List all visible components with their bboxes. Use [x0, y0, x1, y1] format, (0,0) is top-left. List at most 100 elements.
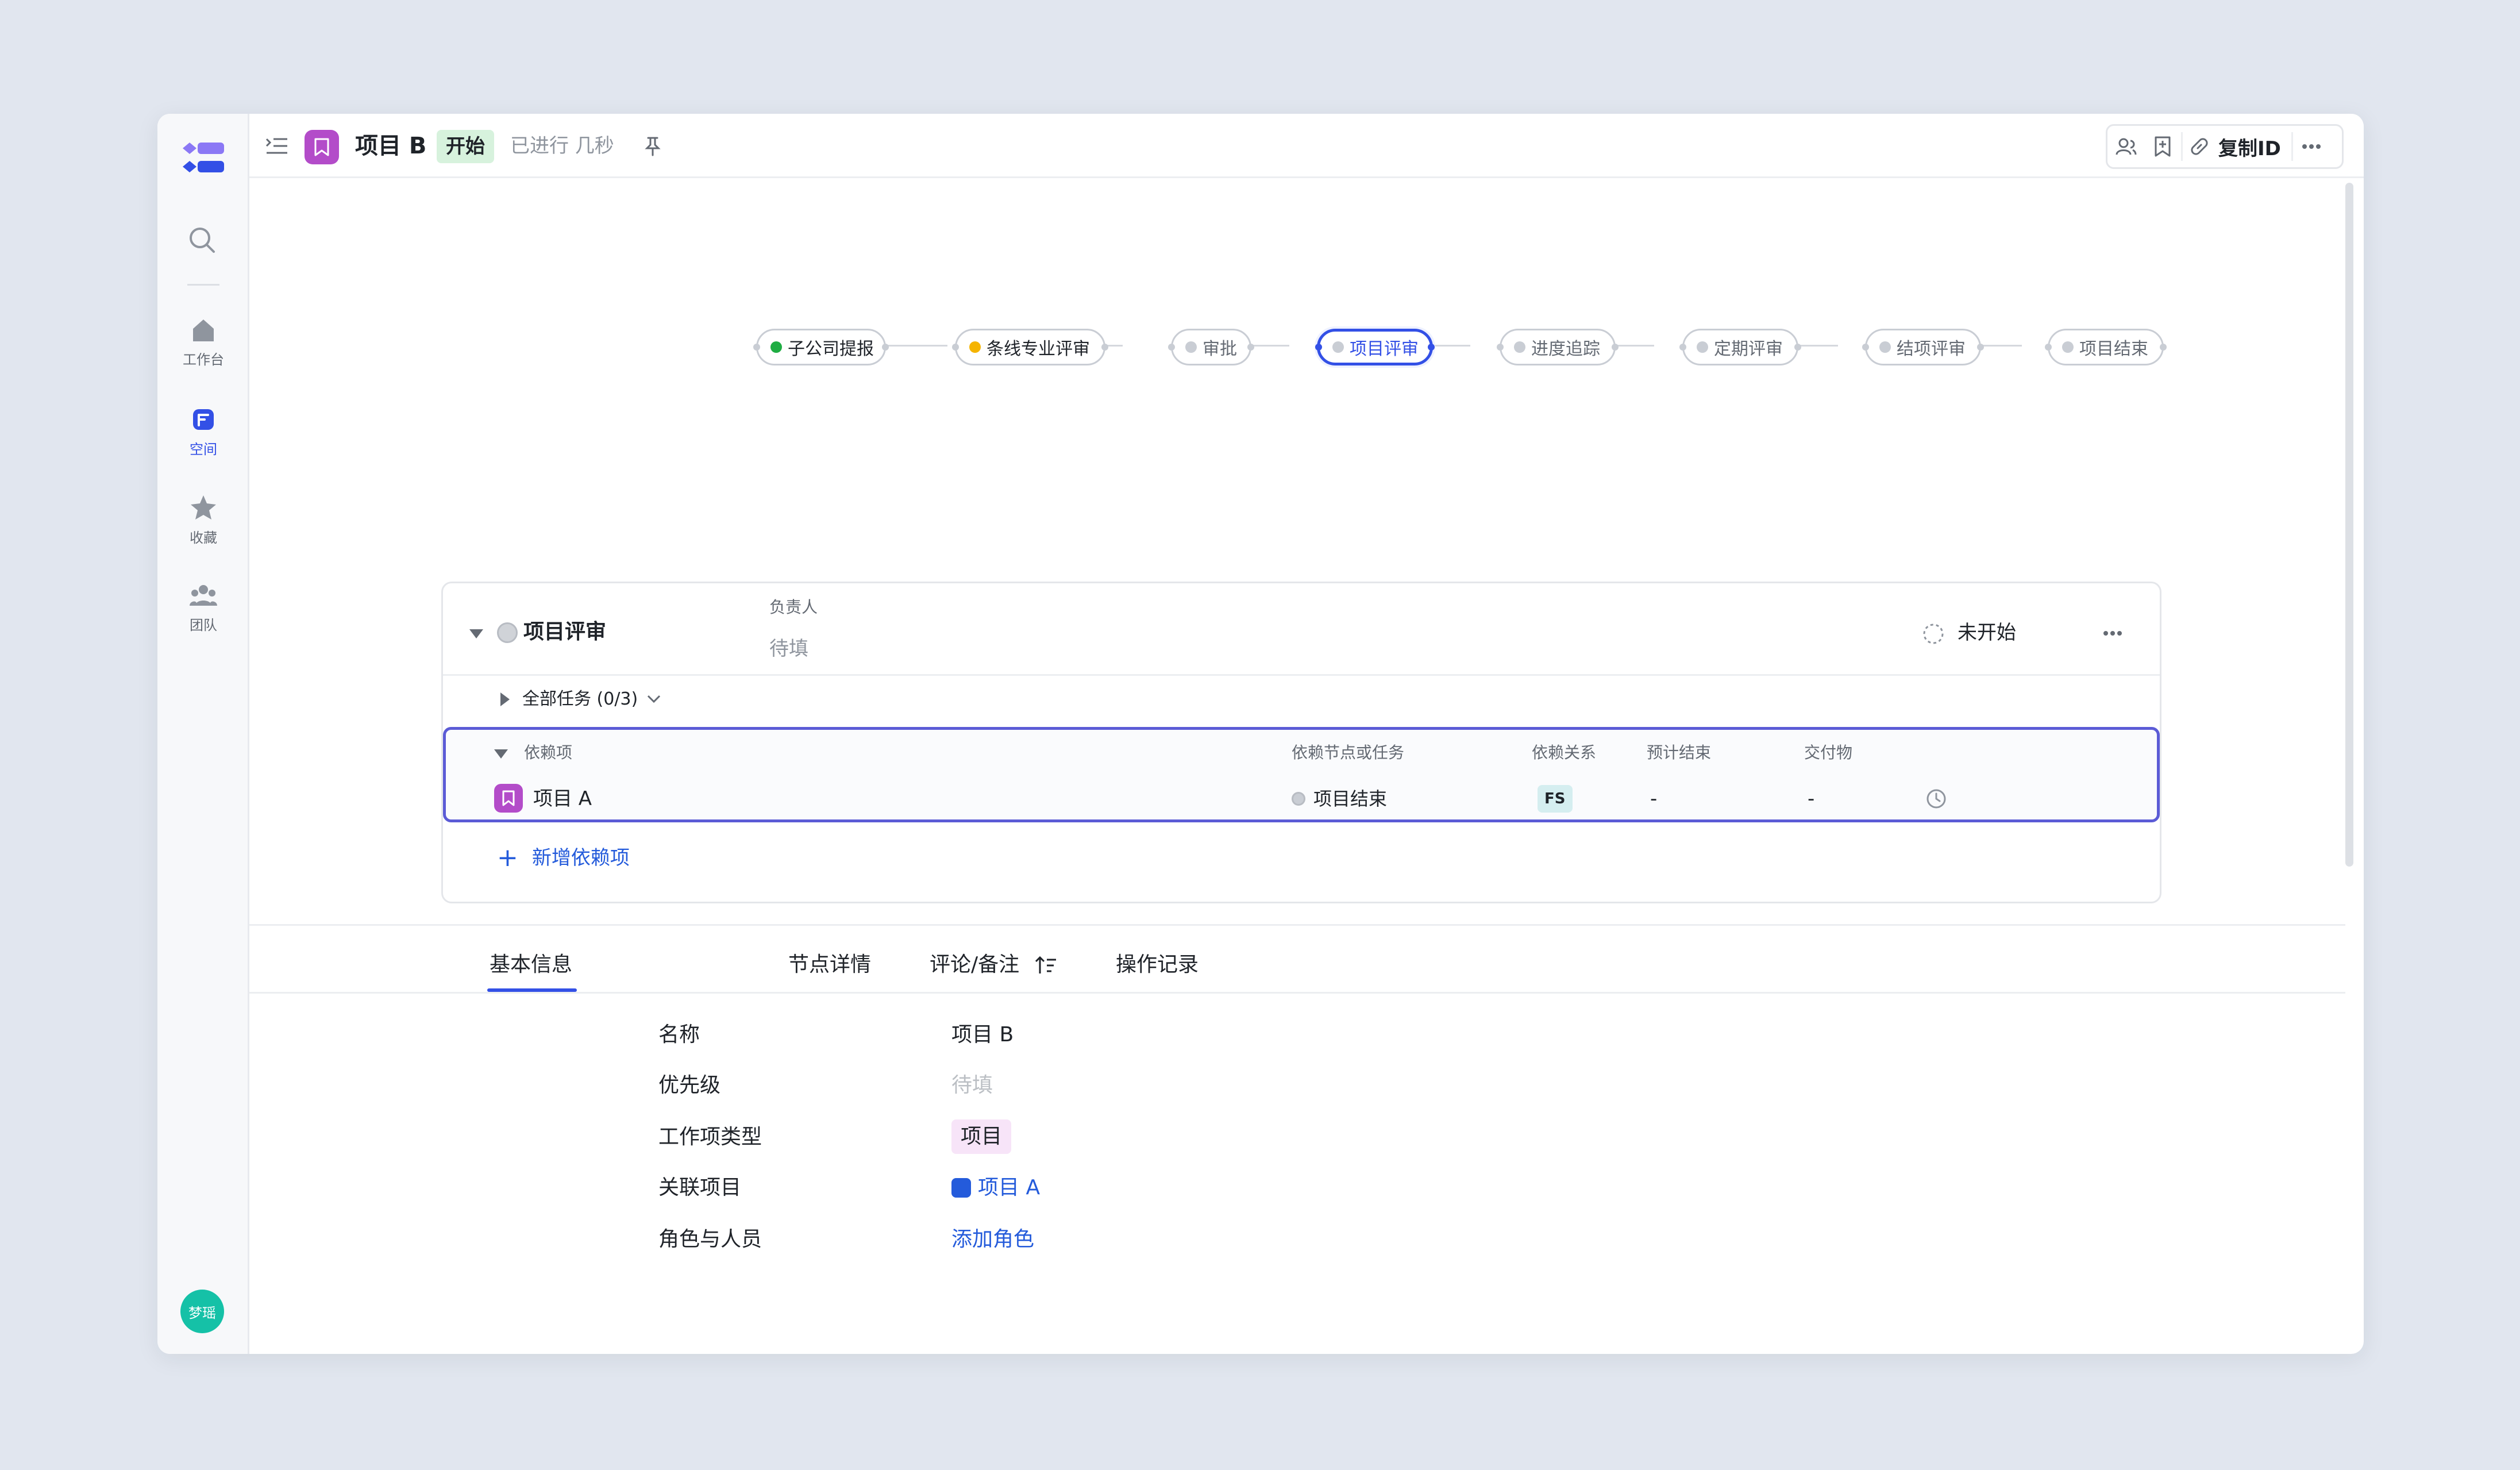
work-item-type-icon — [305, 130, 339, 164]
more-button[interactable] — [2293, 126, 2330, 167]
project-icon — [951, 1178, 971, 1198]
flow-node-subsidiary-report[interactable]: 子公司提报 — [753, 329, 889, 365]
search-icon[interactable] — [186, 224, 217, 255]
node-handle — [1679, 344, 1686, 351]
rail-item-space[interactable]: 空间 — [157, 405, 249, 458]
status-badge[interactable]: 开始 — [437, 130, 494, 163]
flow-node-project-end[interactable]: 项目结束 — [2045, 329, 2167, 365]
rail-item-workbench[interactable]: 工作台 — [157, 315, 249, 368]
expected-end-value: - — [1650, 787, 1658, 810]
column-header: 依赖节点或任务 — [1292, 743, 1405, 762]
home-icon — [193, 320, 214, 341]
owner-label: 负责人 — [769, 598, 818, 617]
field-label-type: 工作项类型 — [658, 1125, 762, 1149]
node-label: 条线专业评审 — [987, 339, 1090, 359]
expand-caret-icon[interactable] — [500, 692, 510, 706]
node-handle — [2045, 344, 2052, 351]
tab-activity-log[interactable]: 操作记录 — [1116, 951, 1199, 979]
flow-node-project-review[interactable]: 项目评审 — [1315, 329, 1435, 365]
chevron-down-icon — [648, 695, 661, 703]
elapsed-time: 已进行 几秒 — [510, 134, 614, 157]
field-label-roles: 角色与人员 — [658, 1227, 762, 1251]
app-logo-icon[interactable] — [180, 138, 226, 177]
field-value-name[interactable]: 项目 B — [951, 1021, 1014, 1049]
star-icon — [191, 495, 216, 519]
rail-item-team[interactable]: 团队 — [157, 580, 249, 634]
dependency-item-link[interactable]: 项目 A — [533, 785, 592, 813]
node-status-dot — [1514, 341, 1525, 353]
field-value-priority[interactable]: 待填 — [951, 1071, 993, 1100]
rail-item-favorites[interactable]: 收藏 — [157, 493, 249, 547]
node-status-dot — [1185, 341, 1197, 353]
node-label: 项目评审 — [1350, 339, 1419, 359]
rail-item-label: 工作台 — [183, 352, 224, 368]
collapse-sidebar-icon[interactable] — [264, 133, 290, 159]
collapse-caret-icon[interactable] — [494, 749, 508, 759]
node-handle — [1315, 344, 1322, 351]
dependency-node[interactable]: 项目结束 — [1292, 786, 1387, 811]
divider — [443, 674, 2160, 676]
flow-node-approval[interactable]: 审批 — [1168, 329, 1254, 365]
field-value-related[interactable]: 项目 A — [951, 1173, 1040, 1202]
rail-item-label: 空间 — [190, 441, 217, 457]
more-icon[interactable] — [2101, 625, 2124, 642]
copy-id-button[interactable]: 复制ID — [2181, 132, 2293, 161]
rail-item-label: 收藏 — [190, 530, 217, 546]
node-status-dot — [770, 341, 782, 353]
node-status-dot — [497, 622, 518, 643]
flow-node-progress-tracking[interactable]: 进度追踪 — [1497, 329, 1619, 365]
flow-node-periodic-review[interactable]: 定期评审 — [1679, 329, 1801, 365]
link-icon — [2191, 138, 2208, 155]
column-header: 依赖关系 — [1532, 743, 1597, 762]
tab-comments[interactable]: 评论/备注 — [930, 951, 1057, 979]
rail-divider — [187, 284, 219, 286]
copy-id-label: 复制ID — [2218, 137, 2281, 160]
sort-icon[interactable] — [1034, 955, 1057, 976]
left-rail: 工作台 空间 收藏 团队 梦瑶 — [157, 114, 249, 1354]
node-status-dot — [1292, 792, 1305, 806]
related-project-link: 项目 A — [978, 1176, 1041, 1199]
detail-header: 项目 B 开始 已进行 几秒 复制ID — [249, 114, 2364, 178]
work-item-type-icon — [494, 784, 523, 813]
node-handle — [1794, 344, 1801, 351]
members-button[interactable] — [2107, 126, 2144, 167]
field-value-type[interactable]: 项目 — [951, 1119, 1012, 1154]
flow-node-line-review[interactable]: 条线专业评审 — [952, 329, 1108, 365]
node-status-dot — [969, 341, 981, 353]
node-status[interactable]: 未开始 — [1958, 620, 2016, 645]
collapse-caret-icon[interactable] — [469, 629, 483, 638]
node-handle — [1428, 344, 1435, 351]
bookmark-button[interactable] — [2144, 126, 2181, 167]
node-status-dot — [2062, 341, 2074, 353]
node-handle — [2160, 344, 2167, 351]
owner-field[interactable]: 待填 — [769, 633, 808, 661]
main-content: 子公司提报 条线专业评审 审批 项目评审 进度追踪 定期评审 结项评审 项目结束… — [249, 178, 2364, 1354]
tab-node-details[interactable]: 节点详情 — [788, 951, 871, 979]
all-tasks-toggle[interactable]: 全部任务 (0/3) — [522, 687, 662, 712]
node-handle — [1612, 344, 1619, 351]
detail-tabs: 基本信息 节点详情 评论/备注 操作记录 — [249, 942, 2364, 993]
dependency-title: 依赖项 — [524, 743, 573, 762]
node-label: 项目结束 — [2079, 339, 2148, 359]
field-label-name: 名称 — [658, 1023, 700, 1046]
add-dependency-label: 新增依赖项 — [531, 846, 630, 869]
column-header: 预计结束 — [1647, 743, 1712, 762]
page-title: 项目 B — [355, 133, 427, 159]
team-icon — [190, 585, 217, 606]
node-label: 定期评审 — [1714, 339, 1783, 359]
status-pending-icon — [1923, 624, 1944, 644]
tab-basic-info[interactable]: 基本信息 — [490, 951, 572, 979]
flow-node-closing-review[interactable]: 结项评审 — [1862, 329, 1984, 365]
node-handle — [1168, 344, 1175, 351]
add-role-link[interactable]: 添加角色 — [951, 1225, 1034, 1254]
bookmark-icon — [314, 138, 329, 156]
dependency-section: 依赖项 依赖节点或任务 依赖关系 预计结束 交付物 项目 A 项目结束 FS -… — [443, 727, 2160, 822]
members-icon — [2116, 138, 2137, 155]
flow-connector — [884, 345, 947, 347]
deliverable-value: - — [1808, 787, 1815, 810]
user-avatar[interactable]: 梦瑶 — [180, 1290, 224, 1333]
add-dependency-button[interactable]: + 新增依赖项 — [497, 844, 630, 872]
pin-icon[interactable] — [641, 134, 664, 157]
relation-badge: FS — [1538, 785, 1573, 813]
clock-icon[interactable] — [1925, 787, 1948, 810]
